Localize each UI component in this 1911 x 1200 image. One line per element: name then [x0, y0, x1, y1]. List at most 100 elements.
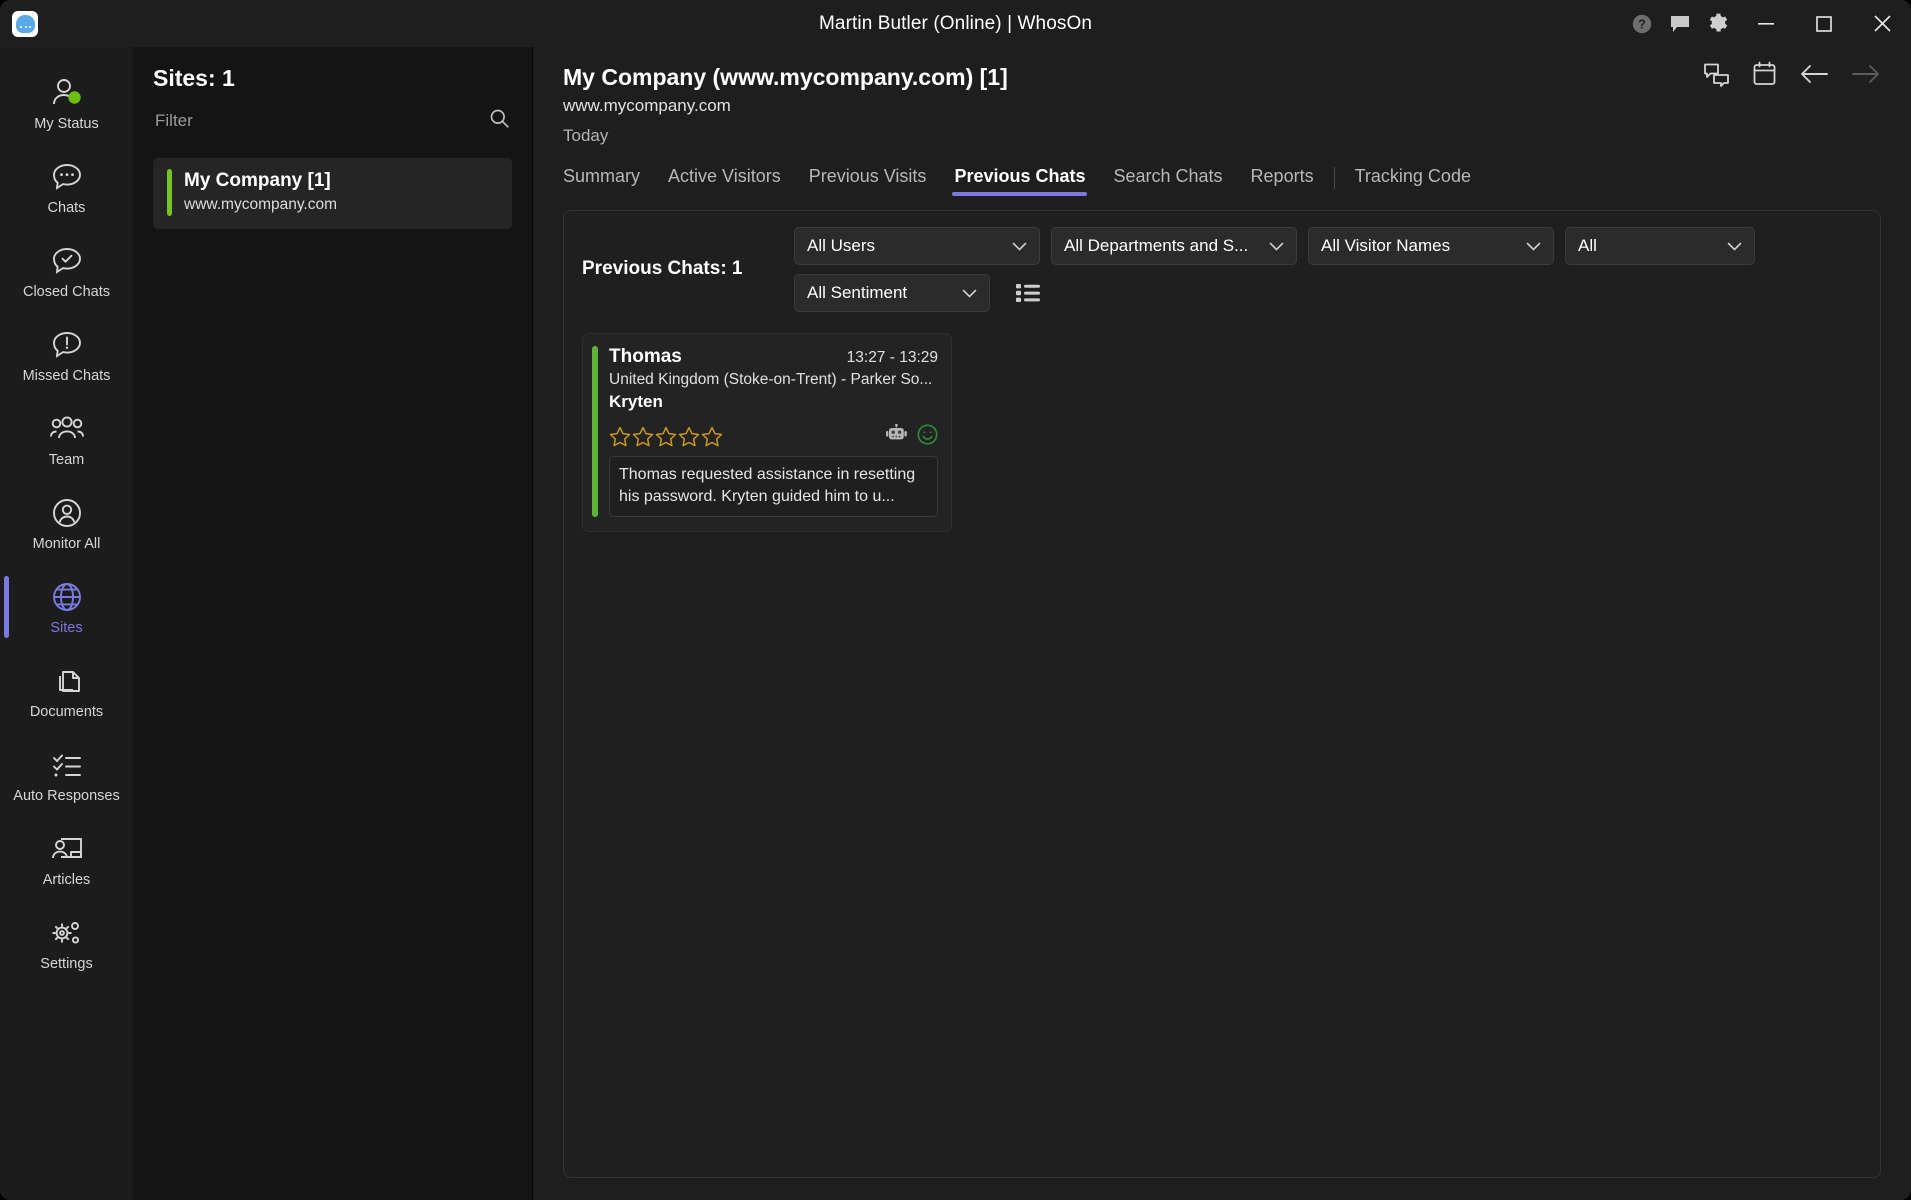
site-list-item[interactable]: My Company [1] www.mycompany.com [153, 158, 512, 229]
tab-active-visitors[interactable]: Active Visitors [654, 166, 795, 196]
filters-bar: Previous Chats: 1 All Users All Departme… [582, 226, 1862, 321]
maximize-button[interactable] [1795, 0, 1853, 47]
sidebar-item-label: Closed Chats [22, 284, 111, 301]
all-select[interactable]: All [1565, 226, 1755, 265]
sidebar-item-sites[interactable]: Sites [0, 565, 133, 649]
sites-header: Sites: 1 [153, 65, 235, 91]
presentation-icon [50, 830, 84, 868]
sidebar-item-monitor-all[interactable]: Monitor All [0, 481, 133, 565]
chat-visitor-name: Thomas [609, 345, 682, 367]
sidebar-item-label: Articles [42, 872, 91, 889]
sites-panel: Sites: 1 My Company [1] www.mycompany.co… [133, 47, 533, 1200]
tab-summary[interactable]: Summary [563, 166, 654, 196]
sidebar-item-label: Documents [29, 704, 104, 721]
chat-bubble-icon [51, 158, 83, 196]
sidebar-item-settings[interactable]: Settings [0, 901, 133, 985]
sentiment-select-value: All Sentiment [807, 282, 908, 302]
users-select[interactable]: All Users [794, 226, 1040, 265]
arrow-right-icon[interactable] [1851, 63, 1881, 85]
tab-search-chats[interactable]: Search Chats [1099, 166, 1236, 196]
tab-previous-chats[interactable]: Previous Chats [940, 166, 1099, 196]
chat-location: United Kingdom (Stoke-on-Trent) - Parker… [609, 370, 933, 388]
users-select-value: All Users [807, 235, 876, 255]
previous-chats-count: Previous Chats: 1 [582, 257, 743, 279]
sidebar-item-label: Team [48, 452, 85, 469]
sidebar-item-label: Missed Chats [22, 368, 111, 385]
chats-overlap-icon[interactable] [1703, 62, 1730, 87]
app-body: My Status Chats Closed Chats Missed Chat… [0, 47, 1911, 1200]
sidebar-item-label: Chats [47, 200, 86, 217]
tab-tracking-code[interactable]: Tracking Code [1341, 166, 1485, 196]
filters-row-1: All Users All Departments and S... All V… [794, 226, 1862, 265]
robot-icon[interactable] [886, 423, 908, 449]
chat-summary-text: Thomas requested assistance in resetting… [609, 455, 938, 517]
help-icon[interactable]: ? [1623, 0, 1661, 47]
departments-select[interactable]: All Departments and S... [1051, 226, 1297, 265]
feedback-icon[interactable] [1661, 0, 1699, 47]
chat-status-bar [592, 345, 598, 517]
sidebar-item-documents[interactable]: Documents [0, 649, 133, 733]
content-tabs: Summary Active Visitors Previous Visits … [563, 160, 1881, 196]
departments-select-value: All Departments and S... [1064, 235, 1249, 255]
visitor-names-select[interactable]: All Visitor Names [1308, 226, 1554, 265]
tab-previous-visits[interactable]: Previous Visits [795, 166, 941, 196]
smiley-positive-icon[interactable] [917, 424, 938, 450]
search-icon[interactable] [489, 108, 510, 134]
site-status-bar [167, 169, 172, 216]
sidebar-item-chats[interactable]: Chats [0, 145, 133, 229]
globe-icon [51, 578, 83, 616]
checklist-icon [50, 746, 84, 784]
gear-icon[interactable] [1699, 0, 1737, 47]
title-bar-actions: ? [1623, 0, 1911, 47]
sidebar-item-auto-responses[interactable]: Auto Responses [0, 733, 133, 817]
chat-rating-stars[interactable] [609, 426, 723, 447]
header-actions [1703, 61, 1881, 87]
list-view-icon[interactable] [1016, 283, 1040, 303]
minimize-button[interactable] [1737, 0, 1795, 47]
person-circle-icon [51, 494, 83, 532]
sentiment-select[interactable]: All Sentiment [794, 273, 990, 312]
chevron-down-icon [1012, 236, 1027, 256]
title-bar: Martin Butler (Online) | WhosOn ? [0, 0, 1911, 47]
page-title: My Company (www.mycompany.com) [1] [563, 64, 1008, 90]
sites-filter-row [153, 106, 512, 144]
visitor-names-select-value: All Visitor Names [1321, 235, 1451, 255]
svg-text:?: ? [1638, 17, 1646, 31]
whoson-logo-icon [12, 10, 38, 37]
tab-reports[interactable]: Reports [1237, 166, 1328, 196]
chat-operator-name: Kryten [609, 391, 663, 411]
chat-check-icon [51, 242, 83, 280]
chat-meta-row [609, 423, 938, 450]
chat-card[interactable]: Thomas 13:27 - 13:29 United Kingdom (Sto… [582, 332, 952, 532]
sidebar-item-my-status[interactable]: My Status [0, 61, 133, 145]
content-header: My Company (www.mycompany.com) [1] www.m… [563, 47, 1881, 146]
sidebar-item-label: Sites [50, 620, 83, 637]
chevron-down-icon [962, 283, 977, 303]
sidebar-item-missed-chats[interactable]: Missed Chats [0, 313, 133, 397]
sidebar-item-closed-chats[interactable]: Closed Chats [0, 229, 133, 313]
site-name: My Company [1] [184, 170, 331, 191]
sidebar-item-team[interactable]: Team [0, 397, 133, 481]
sites-filter-input[interactable] [155, 111, 455, 131]
previous-chats-list: Thomas 13:27 - 13:29 United Kingdom (Sto… [582, 332, 1862, 532]
sidebar-item-articles[interactable]: Articles [0, 817, 133, 901]
previous-chats-panel: Previous Chats: 1 All Users All Departme… [563, 209, 1881, 1178]
page-period: Today [563, 125, 609, 145]
filters-grid: All Users All Departments and S... All V… [794, 226, 1862, 321]
sidebar-item-label: Settings [40, 956, 93, 973]
sidebar-item-label: My Status [34, 116, 99, 133]
sidebar-item-label: Monitor All [32, 536, 101, 553]
chevron-down-icon [1269, 236, 1284, 256]
filters-row-2: All Sentiment [794, 273, 1862, 312]
tab-separator [1333, 166, 1335, 189]
person-status-icon [50, 74, 84, 112]
close-button[interactable] [1853, 0, 1911, 47]
page-subtitle: www.mycompany.com [563, 95, 731, 115]
arrow-left-icon[interactable] [1799, 63, 1829, 85]
app-window: Martin Butler (Online) | WhosOn ? My Sta… [0, 0, 1911, 1200]
chat-meta-icons [886, 423, 938, 450]
documents-icon [52, 662, 82, 700]
sidebar-nav: My Status Chats Closed Chats Missed Chat… [0, 47, 133, 1200]
calendar-icon[interactable] [1752, 61, 1777, 87]
all-select-value: All [1578, 235, 1597, 255]
